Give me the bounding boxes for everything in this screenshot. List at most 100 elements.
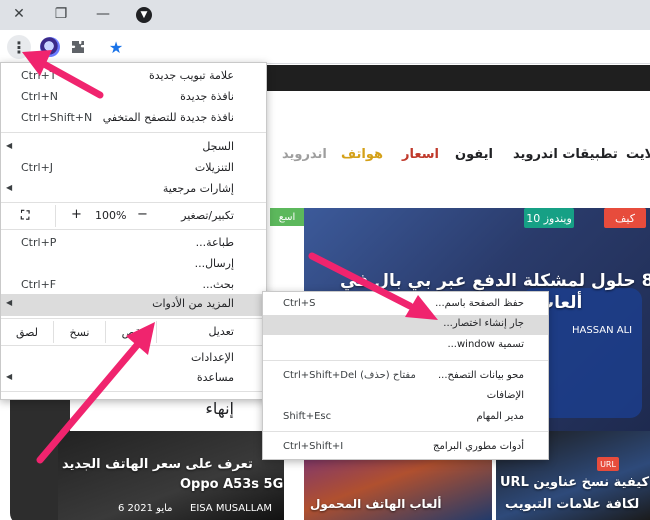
submenu-item-save-page[interactable]: Ctrl+S حفظ الصفحة باسم... (263, 295, 548, 315)
shortcut-text: Ctrl+P (21, 236, 57, 249)
menu-item-label: الإضافات (486, 390, 524, 401)
copy-button[interactable]: نسخ (53, 321, 105, 343)
menu-item-print[interactable]: Ctrl+P طباعة... (1, 233, 266, 254)
menu-divider (1, 345, 266, 346)
menu-item-label: علامة تبويب جديدة (148, 69, 234, 82)
title-bar: ✕ ❐ — ▼ (0, 0, 650, 30)
zoom-label: تكبير/تصغير (181, 209, 234, 222)
submenu-item-name-window[interactable]: تسمية window... (263, 336, 548, 356)
shortcut-text: Ctrl+S (283, 298, 316, 309)
nav-item[interactable]: تطبيقات اندرويد (513, 147, 618, 162)
menu-item-label: مدير المهام (476, 411, 524, 422)
menu-item-label: تسمية window... (447, 339, 524, 350)
menu-item-help[interactable]: ◀ مساعدة (1, 368, 266, 389)
close-icon[interactable]: ✕ (6, 2, 32, 26)
browser-toolbar: ⋮ ★ (0, 30, 650, 64)
menu-item-label: جار إنشاء اختصار... (443, 318, 524, 329)
menu-item-label: نافذة جديدة (180, 90, 234, 103)
article-headline[interactable]: لكافة علامات التبويب (505, 497, 639, 512)
submenu-item-task-manager[interactable]: Shift+Esc مدير المهام (263, 408, 548, 428)
extensions-puzzle-icon[interactable] (66, 35, 90, 59)
menu-divider (1, 202, 266, 203)
menu-item-label: نافذة جديدة للتصفح المتخفي (102, 111, 234, 124)
article-headline[interactable]: 8 حلول لمشكلة الدفع عبر بي بال في (340, 271, 650, 291)
nav-item[interactable]: ايفون (455, 147, 493, 162)
zoom-in-button[interactable]: + (71, 207, 82, 222)
menu-item-label: مساعدة (196, 371, 234, 384)
menu-item-label: طباعة... (195, 236, 234, 249)
paste-button[interactable]: لصق (1, 321, 53, 343)
submenu-item-dev-tools[interactable]: Ctrl+Shift+I أدوات مطوري البرامج (263, 438, 548, 458)
menu-item-downloads[interactable]: Ctrl+J التنزيلات (1, 158, 266, 179)
article-headline[interactable]: Oppo A53s 5G (180, 477, 283, 492)
submenu-item-create-shortcut[interactable]: جار إنشاء اختصار... (263, 315, 548, 335)
submenu-item-clear-data[interactable]: Ctrl+Shift+Del (حذف) مفتاح محو بيانات ال… (263, 367, 548, 387)
bookmark-star-icon[interactable]: ★ (104, 35, 128, 59)
edit-label: تعديل (208, 325, 234, 338)
cut-button[interactable]: قص (105, 321, 157, 343)
menu-item-label: إنهاء (205, 399, 234, 418)
shortcut-text: Ctrl+J (21, 161, 54, 174)
shortcut-text: Ctrl+T (21, 69, 57, 82)
menu-item-new-window[interactable]: Ctrl+N نافذة جديدة (1, 87, 266, 108)
menu-item-more-tools[interactable]: ◀ المزيد من الأدوات (1, 294, 266, 316)
category-tag[interactable]: URL (597, 457, 619, 471)
submenu-arrow-icon: ◀ (6, 372, 13, 381)
minimize-icon[interactable]: — (90, 2, 116, 26)
menu-item-new-tab[interactable]: Ctrl+T علامة تبويب جديدة (1, 66, 266, 87)
menu-item-label: إشارات مرجعية (162, 182, 234, 195)
browser-main-menu: Ctrl+T علامة تبويب جديدة Ctrl+N نافذة جد… (0, 62, 267, 400)
menu-item-label: الإعدادات (190, 351, 234, 364)
nav-item[interactable]: اسعار (402, 147, 439, 162)
menu-item-label: حفظ الصفحة باسم... (435, 298, 524, 309)
menu-divider (1, 229, 266, 230)
category-tag[interactable]: ويندوز 10 (524, 208, 574, 228)
menu-kebab-icon[interactable]: ⋮ (7, 35, 31, 59)
nav-item[interactable]: لايت (626, 147, 650, 162)
nav-item[interactable]: اندرويد (282, 147, 327, 162)
menu-item-label: إرسال... (194, 257, 234, 270)
shortcut-text: Ctrl+Shift+N (21, 111, 93, 124)
menu-item-label: محو بيانات التصفح... (438, 370, 524, 381)
shortcut-text: Ctrl+Shift+I (283, 441, 344, 452)
article-headline[interactable]: كيفية نسخ عناوين URL (500, 475, 649, 490)
category-tag[interactable]: كيف (604, 208, 646, 228)
shortcut-text: Ctrl+F (21, 278, 57, 291)
zoom-controls: ⛶ + 100% − تكبير/تصغير (1, 205, 266, 227)
submenu-item-extensions[interactable]: الإضافات (263, 387, 548, 407)
menu-divider (263, 431, 548, 432)
article-date: 6 مايو 2021 (118, 503, 173, 514)
nav-item[interactable]: هواتف (341, 147, 383, 162)
submenu-arrow-icon: ◀ (6, 141, 13, 150)
zoom-out-button[interactable]: − (137, 207, 148, 222)
shortcut-text: Ctrl+Shift+Del (حذف) مفتاح (283, 370, 416, 381)
menu-item-label: المزيد من الأدوات (152, 297, 234, 310)
tab-search-icon[interactable]: ▼ (136, 7, 152, 23)
fullscreen-icon[interactable]: ⛶ (21, 208, 29, 223)
restore-icon[interactable]: ❐ (48, 2, 74, 26)
article-author[interactable]: HASSAN ALI (572, 325, 632, 336)
extension-icon[interactable] (38, 35, 62, 59)
menu-item-exit[interactable]: إنهاء (1, 396, 266, 418)
menu-item-history[interactable]: ◀ السجل (1, 137, 266, 158)
more-tools-submenu: Ctrl+S حفظ الصفحة باسم... جار إنشاء اختص… (262, 291, 549, 460)
article-headline[interactable]: ألعاب الهاتف المحمول (310, 497, 441, 511)
article-author[interactable]: EISA MUSALLAM (190, 503, 272, 514)
menu-divider (1, 391, 266, 392)
menu-divider (1, 318, 266, 319)
menu-item-cast[interactable]: إرسال... (1, 254, 266, 275)
menu-item-bookmarks[interactable]: ◀ إشارات مرجعية (1, 179, 266, 200)
submenu-arrow-icon: ◀ (6, 298, 13, 307)
menu-item-find[interactable]: Ctrl+F بحث... (1, 275, 266, 296)
menu-item-label: بحث... (202, 278, 234, 291)
zoom-divider (55, 205, 56, 227)
menu-item-label: السجل (202, 140, 234, 153)
article-headline[interactable]: تعرف على سعر الهاتف الجديد (62, 457, 253, 472)
menu-divider (1, 132, 266, 133)
category-tag[interactable]: اسع (270, 208, 304, 226)
zoom-level: 100% (95, 209, 127, 222)
shortcut-text: Shift+Esc (283, 411, 332, 422)
menu-item-settings[interactable]: الإعدادات (1, 348, 266, 369)
menu-item-label: التنزيلات (194, 161, 234, 174)
menu-item-incognito[interactable]: Ctrl+Shift+N نافذة جديدة للتصفح المتخفي (1, 108, 266, 129)
